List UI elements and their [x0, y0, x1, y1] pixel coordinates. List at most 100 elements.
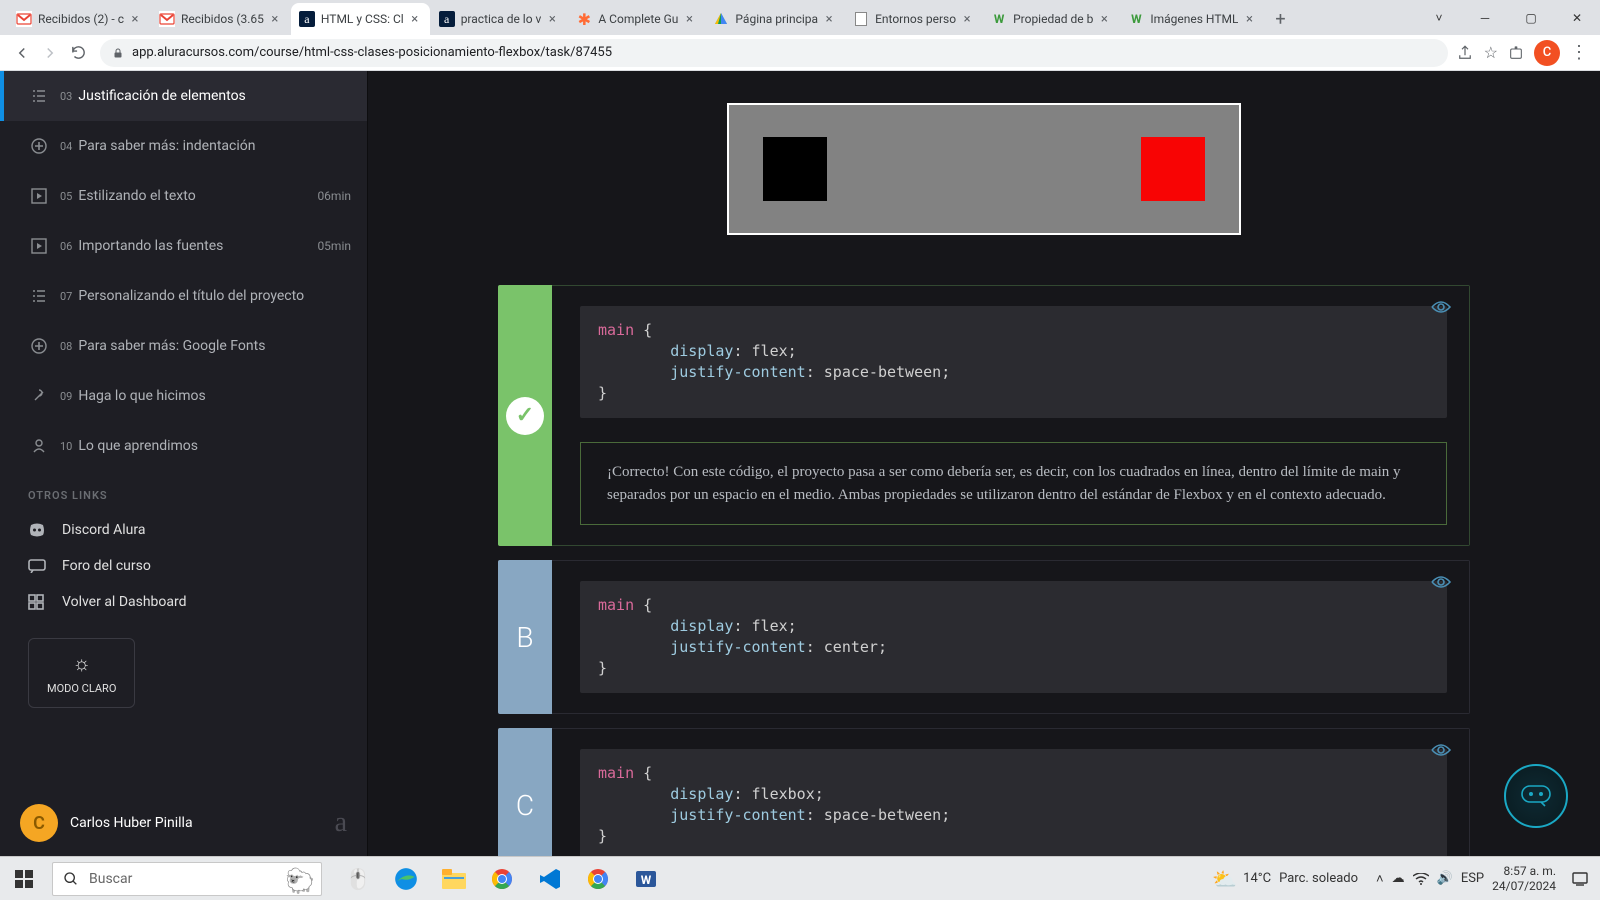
play-icon: [28, 235, 50, 257]
eye-icon[interactable]: [1431, 300, 1451, 314]
sidebar-link[interactable]: Discord Alura: [0, 512, 367, 548]
answer-option[interactable]: ✓ main { display: flex; justify-content:…: [498, 285, 1470, 546]
taskbar-edge-icon[interactable]: [382, 857, 430, 900]
minimize-button[interactable]: ─: [1462, 0, 1508, 35]
svg-text:W: W: [641, 873, 652, 887]
browser-tab[interactable]: a HTML y CSS: Cl ×: [291, 3, 430, 35]
answer-option[interactable]: C main { display: flexbox; justify-conte…: [498, 728, 1470, 856]
sidebar-link[interactable]: Foro del curso: [0, 548, 367, 584]
dash-icon: [28, 594, 50, 610]
taskbar-vscode-icon[interactable]: [526, 857, 574, 900]
tab-close-icon[interactable]: ×: [268, 12, 282, 26]
taskbar-search[interactable]: Buscar 🐑: [52, 862, 322, 896]
user-name: Carlos Huber Pinilla: [70, 815, 193, 831]
sidebar-lesson-item[interactable]: 04 Para saber más: indentación: [0, 121, 367, 171]
sidebar-lesson-item[interactable]: 06 Importando las fuentes 05min: [0, 221, 367, 271]
tab-favicon: a: [439, 11, 455, 27]
start-button[interactable]: [0, 857, 48, 900]
back-button[interactable]: [8, 39, 36, 67]
answer-option[interactable]: B main { display: flex; justify-content:…: [498, 560, 1470, 714]
taskbar-mouse-icon[interactable]: 🖱️: [334, 857, 382, 900]
tray-volume-icon[interactable]: 🔊: [1437, 871, 1453, 886]
sidebar-lesson-item[interactable]: 05 Estilizando el texto 06min: [0, 171, 367, 221]
browser-tab[interactable]: Entornos perso ×: [845, 3, 982, 35]
close-window-button[interactable]: ✕: [1554, 0, 1600, 35]
dropdown-icon[interactable]: ˅: [1416, 0, 1462, 35]
tray-notifications-icon[interactable]: [1572, 871, 1588, 887]
other-links-heading: OTROS LINKS: [0, 471, 367, 512]
taskbar-chrome-icon-2[interactable]: [574, 857, 622, 900]
demo-red-square: [1141, 137, 1205, 201]
lock-icon: [112, 47, 124, 59]
lesson-number: 05: [60, 190, 72, 203]
maximize-button[interactable]: ▢: [1508, 0, 1554, 35]
tab-title: HTML y CSS: Cl: [321, 12, 404, 26]
new-tab-button[interactable]: +: [1265, 3, 1295, 35]
tray-lang[interactable]: ESP: [1461, 871, 1484, 886]
forum-icon: [28, 559, 50, 573]
tab-close-icon[interactable]: ×: [128, 12, 142, 26]
tab-close-icon[interactable]: ×: [682, 12, 696, 26]
lesson-label: Justificación de elementos: [78, 88, 245, 104]
tab-close-icon[interactable]: ×: [1097, 12, 1111, 26]
tab-title: A Complete Gu: [598, 12, 678, 26]
browser-tab[interactable]: a practica de lo v ×: [431, 3, 568, 35]
lesson-label: Personalizando el título del proyecto: [78, 288, 304, 304]
tool-icon: [28, 385, 50, 407]
browser-tab[interactable]: ✱ A Complete Gu ×: [568, 3, 704, 35]
sidebar-link-label: Discord Alura: [62, 522, 145, 538]
tab-close-icon[interactable]: ×: [545, 12, 559, 26]
eye-icon[interactable]: [1431, 575, 1451, 589]
browser-tab[interactable]: Recibidos (3.65 ×: [151, 3, 290, 35]
sidebar-lesson-item[interactable]: 10 Lo que aprendimos: [0, 421, 367, 471]
taskbar-chrome-icon-1[interactable]: [478, 857, 526, 900]
reload-button[interactable]: [64, 39, 92, 67]
browser-tab[interactable]: Recibidos (2) - c ×: [8, 3, 150, 35]
tab-favicon: [159, 11, 175, 27]
tab-close-icon[interactable]: ×: [822, 12, 836, 26]
lesson-number: 06: [60, 240, 72, 253]
answer-code: main { display: flex; justify-content: c…: [580, 581, 1447, 693]
tab-title: Recibidos (2) - c: [38, 12, 124, 26]
demo-black-square: [763, 137, 827, 201]
taskbar-clock[interactable]: 8:57 a. m. 24/07/2024: [1492, 864, 1556, 893]
address-bar[interactable]: app.aluracursos.com/course/html-css-clas…: [100, 39, 1448, 67]
chat-fab[interactable]: [1504, 764, 1568, 828]
sidebar-lesson-item[interactable]: 07 Personalizando el título del proyecto: [0, 271, 367, 321]
browser-tab[interactable]: W Propiedad de b ×: [983, 3, 1119, 35]
tray-onedrive-icon[interactable]: ☁: [1392, 871, 1405, 886]
tab-close-icon[interactable]: ×: [1242, 12, 1256, 26]
browser-tab[interactable]: W Imágenes HTML ×: [1120, 3, 1264, 35]
lesson-label: Importando las fuentes: [78, 238, 223, 254]
tab-favicon: [713, 11, 729, 27]
sidebar-link-label: Foro del curso: [62, 558, 151, 574]
sidebar-lesson-item[interactable]: 03 Justificación de elementos: [0, 71, 367, 121]
eye-icon[interactable]: [1431, 743, 1451, 757]
lesson-number: 08: [60, 340, 72, 353]
demo-flexbox-preview: [727, 103, 1241, 235]
share-icon[interactable]: [1456, 44, 1474, 62]
person-icon: [28, 435, 50, 457]
extensions-icon[interactable]: [1508, 45, 1524, 61]
taskbar-word-icon[interactable]: W: [622, 857, 670, 900]
tray-chevron-icon[interactable]: ˄: [1376, 871, 1384, 887]
sidebar-link[interactable]: Volver al Dashboard: [0, 584, 367, 620]
menu-icon[interactable]: ⋮: [1570, 42, 1588, 63]
tray-wifi-icon[interactable]: [1413, 873, 1429, 885]
sun-icon: ☼: [73, 651, 91, 676]
profile-avatar[interactable]: C: [1534, 40, 1560, 66]
sidebar-lesson-item[interactable]: 09 Haga lo que hicimos: [0, 371, 367, 421]
theme-toggle[interactable]: ☼ MODO CLARO: [28, 638, 135, 708]
tab-close-icon[interactable]: ×: [408, 12, 422, 26]
lesson-label: Estilizando el texto: [78, 188, 195, 204]
plus-icon: [28, 335, 50, 357]
user-avatar[interactable]: C: [20, 804, 58, 842]
tab-title: Entornos perso: [875, 12, 956, 26]
tab-close-icon[interactable]: ×: [960, 12, 974, 26]
taskbar-explorer-icon[interactable]: [430, 857, 478, 900]
bookmark-icon[interactable]: ☆: [1484, 43, 1498, 62]
browser-tab[interactable]: Página principa ×: [705, 3, 844, 35]
forward-button[interactable]: [36, 39, 64, 67]
sidebar-lesson-item[interactable]: 08 Para saber más: Google Fonts: [0, 321, 367, 371]
taskbar-weather[interactable]: ⛅ 14°C Parc. soleado: [1212, 867, 1358, 891]
